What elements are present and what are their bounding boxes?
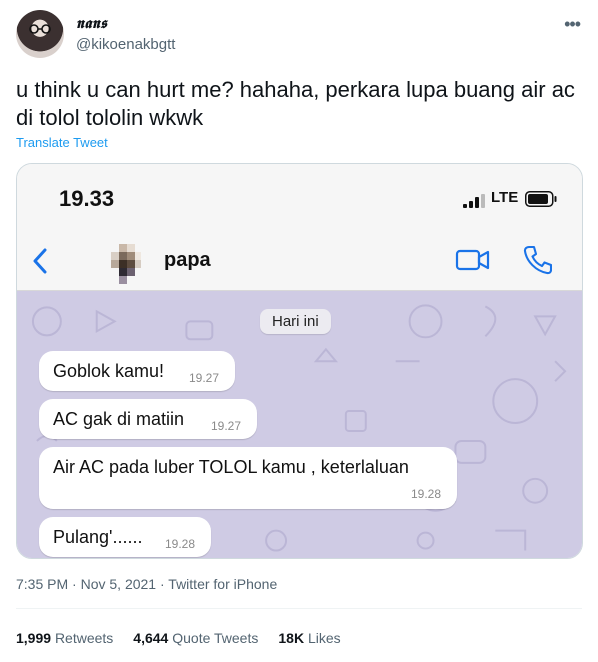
tweet-text: u think u can hurt me? hahaha, perkara l… — [16, 77, 575, 130]
likes-label: Likes — [307, 630, 341, 646]
quotes-label: Quote Tweets — [172, 630, 259, 646]
contact-avatar[interactable] — [105, 240, 145, 288]
date-chip: Hari ini — [260, 309, 331, 334]
tweet-source[interactable]: Twitter for iPhone — [168, 576, 277, 592]
retweets-count: 1,999 — [16, 630, 52, 646]
message-time: 19.27 — [211, 419, 242, 433]
message-time: 19.28 — [165, 537, 196, 551]
chat-area: Hari ini Goblok kamu! 19.27 AC gak di ma… — [17, 291, 582, 558]
message-bubble[interactable]: Air AC pada luber TOLOL kamu , keterlalu… — [39, 447, 457, 509]
phone-status-bar: 19.33 LTE — [17, 164, 582, 234]
tweet-date[interactable]: Nov 5, 2021 — [81, 576, 157, 592]
message-time: 19.28 — [411, 487, 442, 501]
battery-icon — [525, 191, 557, 207]
quotes-count: 4,644 — [133, 630, 169, 646]
more-icon[interactable]: ••• — [564, 14, 581, 35]
translate-tweet-link[interactable]: Translate Tweet — [16, 135, 108, 150]
message-bubble[interactable]: Pulang'...... 19.28 — [39, 517, 211, 557]
message-time: 19.27 — [189, 371, 220, 385]
glasses-graphic — [29, 24, 51, 34]
retweets-label: Retweets — [54, 630, 114, 646]
message-text: Pulang'...... — [53, 527, 143, 547]
signal-icon — [463, 194, 485, 208]
author-avatar[interactable] — [16, 10, 64, 58]
phone-call-icon[interactable] — [522, 244, 552, 276]
tweet-media-image[interactable]: 19.33 LTE papa Hari ini Goblok kamu! 19.… — [16, 163, 583, 559]
tweet-header: 𝖓𝖆𝖓𝖘 @kikoenakbgtt ••• — [16, 10, 582, 62]
message-bubble[interactable]: AC gak di matiin 19.27 — [39, 399, 257, 439]
retweets-stat[interactable]: 1,999 Retweets — [16, 630, 113, 646]
author-handle[interactable]: @kikoenakbgtt — [76, 36, 175, 53]
phone-clock: 19.33 — [59, 186, 115, 211]
likes-stat[interactable]: 18K Likes — [278, 630, 340, 646]
video-call-icon[interactable] — [455, 246, 491, 274]
tweet-meta: 7:35 PM · Nov 5, 2021 · Twitter for iPho… — [16, 576, 277, 592]
network-label: LTE — [491, 189, 519, 206]
message-text: Air AC pada luber TOLOL kamu , keterlalu… — [53, 457, 409, 477]
back-icon[interactable] — [31, 246, 49, 276]
likes-count: 18K — [278, 630, 305, 646]
tweet-time[interactable]: 7:35 PM — [16, 576, 68, 592]
message-bubble[interactable]: Goblok kamu! 19.27 — [39, 351, 235, 391]
quote-tweets-stat[interactable]: 4,644 Quote Tweets — [133, 630, 258, 646]
message-text: Goblok kamu! — [53, 361, 165, 381]
message-text: AC gak di matiin — [53, 409, 185, 429]
author-display-name[interactable]: 𝖓𝖆𝖓𝖘 — [76, 14, 107, 32]
meta-separator: · — [72, 576, 81, 592]
divider — [16, 608, 582, 609]
tweet-stats: 1,999 Retweets 4,644 Quote Tweets 18K Li… — [16, 630, 341, 646]
chat-header: papa — [17, 234, 582, 291]
contact-name[interactable]: papa — [164, 249, 211, 272]
